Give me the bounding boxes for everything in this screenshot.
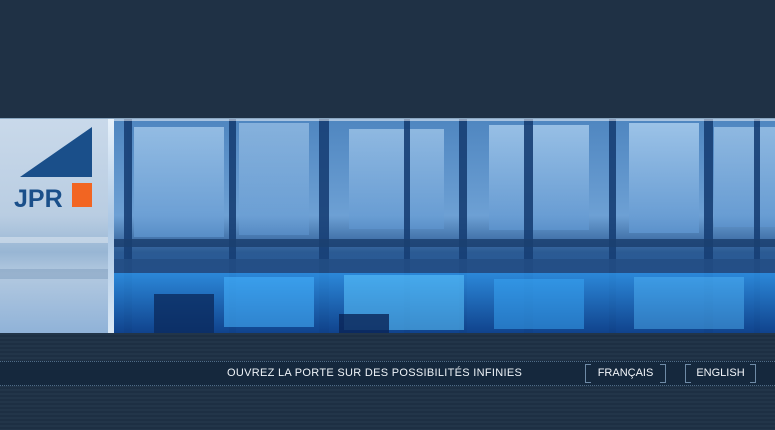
tagline: OUVREZ LA PORTE SUR DES POSSIBILITÉS INF… (227, 367, 523, 379)
office-photo (114, 119, 775, 333)
logo-text: JPR (14, 185, 63, 209)
jpr-logo[interactable]: JPR (12, 125, 94, 209)
top-band (0, 0, 775, 118)
language-english-button[interactable]: ENGLISH (685, 364, 756, 383)
logo-panel: JPR (0, 119, 110, 333)
hero-banner: JPR (0, 118, 775, 333)
language-french-button[interactable]: FRANÇAIS (585, 364, 666, 383)
